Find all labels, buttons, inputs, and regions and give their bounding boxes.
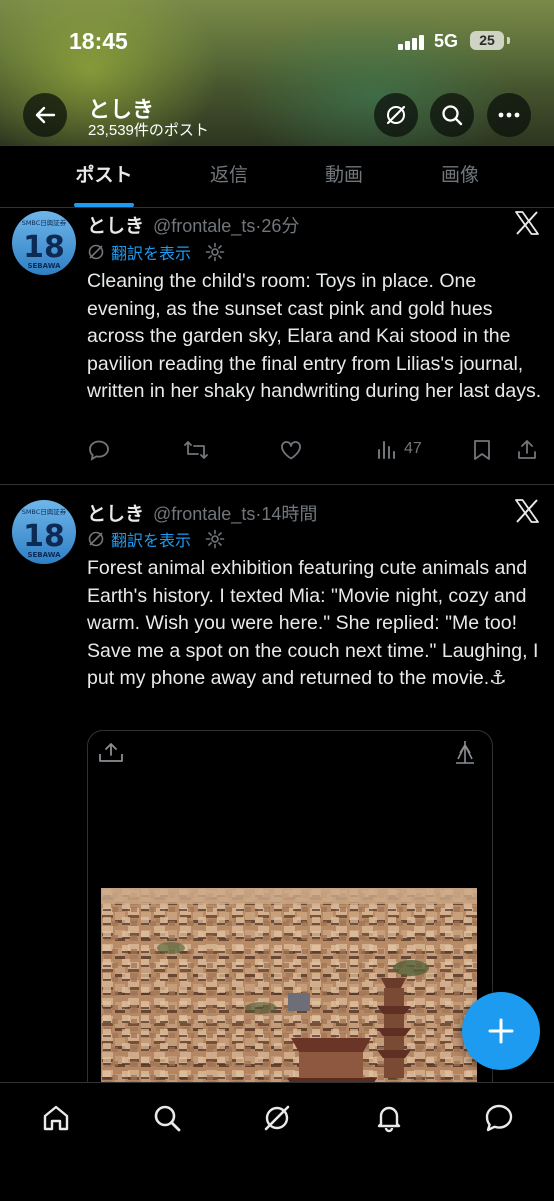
nav-notifications[interactable]: [372, 1101, 406, 1135]
more-icon: [498, 112, 520, 118]
reply-button[interactable]: [87, 438, 111, 462]
tweet-actions: 47: [0, 438, 554, 468]
avatar[interactable]: SMBC日興証券 18 SEBAWA: [12, 211, 76, 275]
like-button[interactable]: [279, 438, 303, 462]
translate-link[interactable]: 翻訳を表示: [87, 528, 225, 550]
grok-button[interactable]: [374, 93, 418, 137]
search-icon: [154, 1105, 181, 1132]
translate-label[interactable]: 翻訳を表示: [111, 527, 191, 551]
search-icon: [442, 105, 463, 126]
tweet-handle-time: @frontale_ts·26分: [153, 212, 299, 238]
tweet-handle-time: @frontale_ts·14時間: [153, 500, 317, 526]
x-logo-icon: [515, 499, 539, 523]
profile-tabs: ポスト 返信 動画 画像: [0, 146, 554, 208]
battery-tip: [507, 37, 510, 44]
svg-text:18: 18: [23, 230, 65, 265]
reply-icon: [89, 440, 109, 461]
tab-indicator: [74, 203, 134, 207]
share-button[interactable]: [515, 438, 539, 462]
network-label: 5G: [434, 31, 459, 51]
status-bar: 18:45 5G 25: [0, 0, 554, 80]
svg-text:18: 18: [23, 519, 65, 554]
tab-posts[interactable]: ポスト: [35, 146, 173, 207]
translate-label[interactable]: 翻訳を表示: [111, 240, 191, 264]
views-icon: [378, 441, 395, 459]
bottom-navigation: [0, 1082, 554, 1201]
nav-messages[interactable]: [482, 1101, 516, 1135]
tweet-handle[interactable]: @frontale_ts: [153, 504, 255, 524]
signal-icon: [398, 34, 426, 50]
views-button[interactable]: 47: [376, 438, 422, 460]
translate-icon: [88, 531, 104, 547]
bell-icon: [377, 1106, 401, 1133]
translate-icon: [88, 244, 104, 260]
home-icon: [43, 1105, 69, 1131]
tweet-handle[interactable]: @frontale_ts: [153, 216, 255, 236]
x-logo-icon: [515, 211, 539, 235]
share-icon: [518, 440, 536, 459]
nav-grok[interactable]: [260, 1101, 294, 1135]
compose-plus-icon: [488, 1018, 514, 1044]
like-icon: [281, 441, 301, 460]
search-button[interactable]: [430, 93, 474, 137]
tweet-media-card[interactable]: [87, 730, 493, 1132]
bookmark-icon: [474, 440, 490, 460]
more-button[interactable]: [487, 93, 531, 137]
tweet-text: Forest animal exhibition featuring cute …: [87, 557, 539, 689]
gear-icon[interactable]: [205, 242, 225, 262]
tweet-divider: [0, 484, 554, 485]
svg-text:SEBAWA: SEBAWA: [27, 262, 61, 270]
svg-text:SMBC日興証券: SMBC日興証券: [22, 507, 67, 516]
repost-icon: [184, 441, 208, 459]
tab-images[interactable]: 画像: [391, 146, 529, 207]
compose-button[interactable]: [462, 992, 540, 1070]
status-time: 18:45: [69, 28, 128, 54]
tweet-author-name[interactable]: としき: [87, 499, 144, 526]
back-button[interactable]: [23, 93, 67, 137]
svg-text:SEBAWA: SEBAWA: [27, 551, 61, 559]
bookmark-button[interactable]: [471, 438, 493, 462]
grok-icon: [264, 1105, 290, 1131]
translate-link[interactable]: 翻訳を表示: [87, 241, 225, 263]
back-arrow-icon: [35, 106, 56, 124]
tweet-text: Cleaning the child's room: Toys in place…: [87, 270, 542, 402]
svg-text:SMBC日興証券: SMBC日興証券: [22, 218, 67, 227]
profile-header: 18:45 5G 25 としき 23,539件のポスト: [0, 0, 554, 146]
repost-button[interactable]: [183, 438, 209, 462]
upload-icon[interactable]: [97, 741, 125, 765]
nav-search[interactable]: [150, 1101, 184, 1135]
avatar[interactable]: SMBC日興証券 18 SEBAWA: [12, 500, 76, 564]
post-count: 23,539件のポスト: [88, 122, 209, 139]
gear-icon[interactable]: [205, 529, 225, 549]
nav-home[interactable]: [39, 1101, 73, 1135]
grok-icon: [386, 105, 406, 125]
pagoda-icon: [456, 741, 474, 764]
tweet-author-name[interactable]: としき: [87, 211, 144, 238]
tweet-time: 14時間: [261, 504, 318, 524]
messages-icon: [485, 1104, 513, 1132]
views-count: 47: [404, 440, 422, 457]
tweet-time: 26分: [261, 216, 300, 236]
battery-icon: 25: [470, 31, 504, 50]
